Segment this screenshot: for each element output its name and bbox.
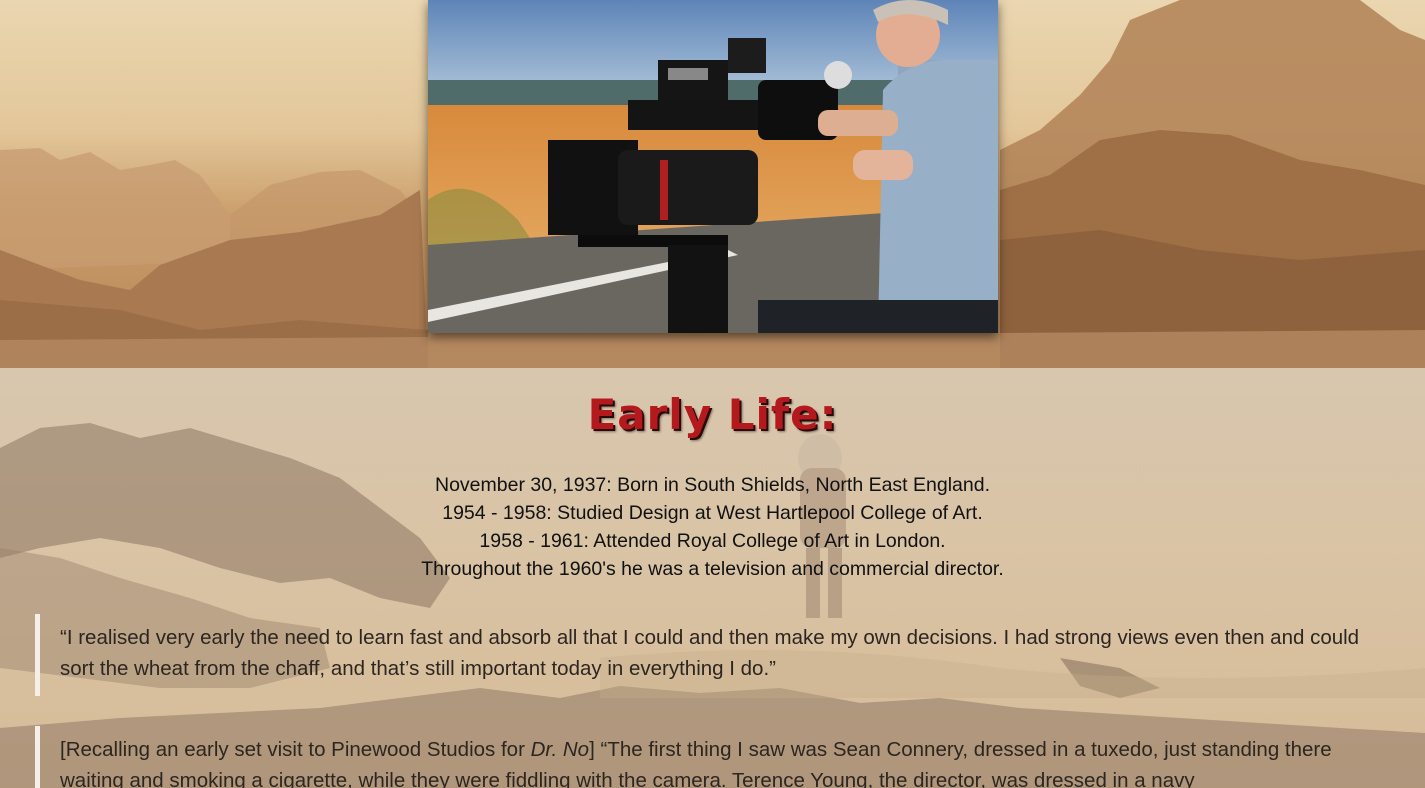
director-photo <box>428 0 998 333</box>
quote-prefix: [Recalling an early set visit to Pinewoo… <box>60 738 531 761</box>
quote-text: “I realised very early the need to learn… <box>60 626 1360 680</box>
film-title: Dr. No <box>530 738 590 761</box>
hero-banner <box>0 0 1425 368</box>
quote-blockquote: [Recalling an early set visit to Pinewoo… <box>35 726 1375 788</box>
page: Early Life: November 30, 1937: Born in S… <box>0 0 1425 788</box>
section-heading: Early Life: <box>587 390 838 439</box>
timeline-item: 1954 - 1958: Studied Design at West Hart… <box>442 502 983 524</box>
early-life-section: Early Life: November 30, 1937: Born in S… <box>0 368 1425 788</box>
timeline-item: November 30, 1937: Born in South Shields… <box>435 474 990 496</box>
timeline-item: Throughout the 1960's he was a televisio… <box>421 558 1004 580</box>
timeline-list: November 30, 1937: Born in South Shields… <box>0 471 1425 583</box>
quote-blockquote: “I realised very early the need to learn… <box>35 614 1375 696</box>
camera-photo-illustration <box>428 0 998 333</box>
timeline-item: 1958 - 1961: Attended Royal College of A… <box>479 530 946 552</box>
